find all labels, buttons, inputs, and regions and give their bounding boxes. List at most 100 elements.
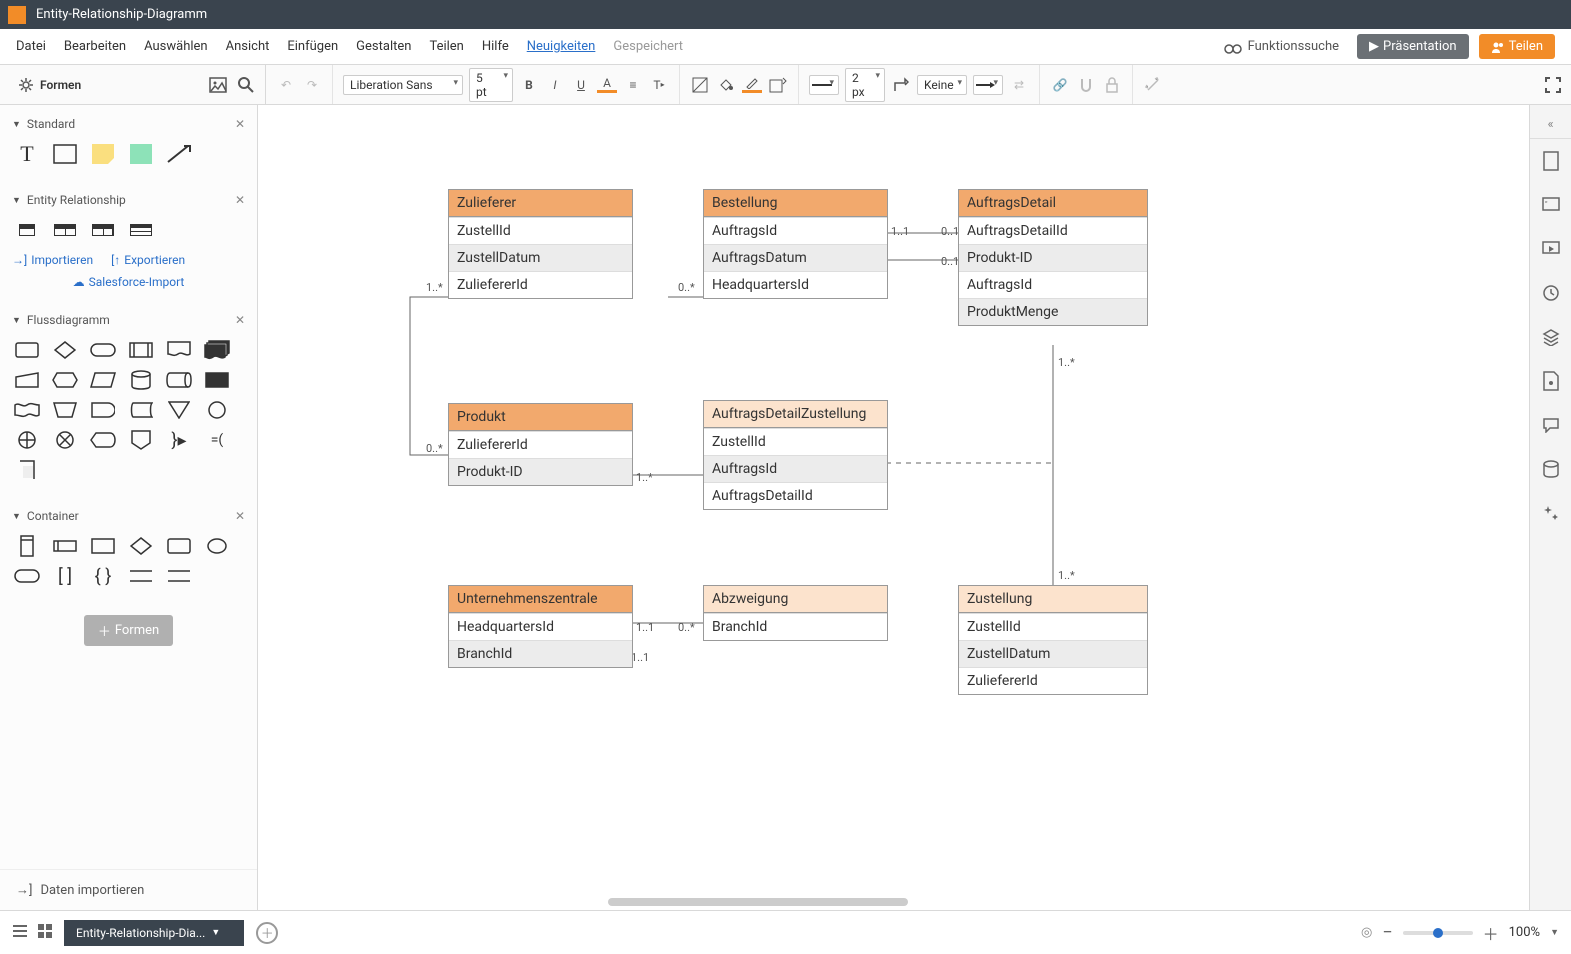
shape-fc-papertape[interactable] <box>12 399 42 421</box>
shapes-button[interactable]: ＋ Formen <box>84 615 173 646</box>
shape-options-icon[interactable] <box>768 75 788 95</box>
entity-produkt[interactable]: Produkt ZuliefererId Produkt-ID <box>448 403 633 486</box>
shape-c-diamond[interactable] <box>126 535 156 557</box>
menu-datei[interactable]: Datei <box>16 39 46 54</box>
fontsize-select[interactable]: 5 pt <box>469 68 513 102</box>
shape-fc-document[interactable] <box>164 339 194 361</box>
shape-c-pill[interactable] <box>12 565 42 587</box>
menu-einfuegen[interactable]: Einfügen <box>287 39 338 54</box>
shape-fc-multidoc[interactable] <box>202 339 232 361</box>
feature-finder[interactable]: Funktionssuche <box>1224 39 1339 54</box>
menu-bearbeiten[interactable]: Bearbeiten <box>64 39 126 54</box>
shape-c-rect[interactable] <box>88 535 118 557</box>
shape-c-lines[interactable] <box>126 565 156 587</box>
shape-fc-brace-r[interactable]: }▸ <box>164 429 194 451</box>
group-container[interactable]: ▼Container✕ <box>12 505 245 527</box>
line-route-icon[interactable] <box>891 75 911 95</box>
shape-text[interactable]: T <box>12 143 42 165</box>
entity-auftragsdetail[interactable]: AuftragsDetail AuftragsDetailId Produkt-… <box>958 189 1148 326</box>
lock-icon[interactable] <box>1102 75 1122 95</box>
wand-icon[interactable] <box>1143 75 1163 95</box>
entity-zulieferer[interactable]: Zulieferer ZustellId ZustellDatum Zulief… <box>448 189 633 299</box>
zoom-out-icon[interactable]: − <box>1382 922 1392 943</box>
shape-fc-terminator[interactable] <box>88 339 118 361</box>
swap-icon[interactable]: ⇄ <box>1009 75 1029 95</box>
shape-er1[interactable] <box>12 219 42 241</box>
redo-icon[interactable]: ↷ <box>302 75 322 95</box>
import-link[interactable]: →] Importieren <box>12 253 93 267</box>
shape-c-swimlane-v[interactable] <box>12 535 42 557</box>
italic-icon[interactable]: I <box>545 75 565 95</box>
shape-fc-stored[interactable] <box>126 399 156 421</box>
entity-bestellung[interactable]: Bestellung AuftragsId AuftragsDatum Head… <box>703 189 888 299</box>
undo-icon[interactable]: ↶ <box>276 75 296 95</box>
close-icon[interactable]: ✕ <box>235 313 245 327</box>
group-flussdiagramm[interactable]: ▼Flussdiagramm✕ <box>12 309 245 331</box>
shape-rectangle[interactable] <box>50 143 80 165</box>
shape-fc-merge[interactable] <box>164 399 194 421</box>
rp-page-icon[interactable] <box>1530 359 1571 403</box>
group-standard[interactable]: ▼Standard✕ <box>12 113 245 135</box>
rp-chat-icon[interactable] <box>1530 403 1571 447</box>
salesforce-import-link[interactable]: ☁ Salesforce-Import <box>73 275 185 289</box>
underline-icon[interactable]: U <box>571 75 591 95</box>
canvas[interactable]: 1..* 0..* 1..* 0..* 1..1 0..1 0..1 1..* … <box>258 105 1529 910</box>
align-icon[interactable]: ≡ <box>623 75 643 95</box>
shape-fc-or[interactable] <box>12 429 42 451</box>
shape-fc-manual-op[interactable] <box>50 399 80 421</box>
shape-fc-connector[interactable] <box>202 399 232 421</box>
share-button[interactable]: Teilen <box>1479 34 1555 59</box>
rp-layers-icon[interactable] <box>1530 315 1571 359</box>
text-format-icon[interactable]: T▸ <box>649 75 669 95</box>
collapse-icon[interactable]: « <box>1530 111 1571 139</box>
shape-fc-card[interactable] <box>12 459 42 481</box>
shape-fc-data[interactable] <box>88 369 118 391</box>
text-color-icon[interactable]: A <box>597 77 617 93</box>
close-icon[interactable]: ✕ <box>235 117 245 131</box>
border-color-icon[interactable] <box>742 77 762 93</box>
rp-comment-icon[interactable]: " <box>1530 183 1571 227</box>
import-data-button[interactable]: →] Daten importieren <box>0 869 257 910</box>
shape-c-rect2[interactable] <box>164 535 194 557</box>
fill-none-icon[interactable] <box>690 75 710 95</box>
shape-fc-database[interactable] <box>126 369 156 391</box>
font-select[interactable]: Liberation Sans <box>343 75 463 95</box>
shape-fc-diamond[interactable] <box>50 339 80 361</box>
shape-fc-predef[interactable] <box>126 339 156 361</box>
shape-arrow[interactable] <box>164 143 194 165</box>
menu-teilen[interactable]: Teilen <box>429 39 463 54</box>
group-entity-relationship[interactable]: ▼Entity Relationship✕ <box>12 189 245 211</box>
close-icon[interactable]: ✕ <box>235 509 245 523</box>
shape-c-lines2[interactable] <box>164 565 194 587</box>
fill-bucket-icon[interactable] <box>716 75 736 95</box>
rp-present-icon[interactable] <box>1530 227 1571 271</box>
list-view-icon[interactable] <box>12 924 28 942</box>
fullscreen-icon[interactable] <box>1543 75 1563 95</box>
gear-icon[interactable] <box>18 77 34 93</box>
shape-fc-directdata[interactable] <box>164 369 194 391</box>
line-style-select[interactable] <box>809 75 839 95</box>
shape-note-green[interactable] <box>126 143 156 165</box>
image-icon[interactable] <box>209 77 227 93</box>
entity-auftragsdetailzustellung[interactable]: AuftragsDetailZustellung ZustellId Auftr… <box>703 400 888 510</box>
rp-document-icon[interactable] <box>1530 139 1571 183</box>
menu-auswaehlen[interactable]: Auswählen <box>144 39 208 54</box>
shape-fc-note[interactable]: =( <box>202 429 232 451</box>
magnet-icon[interactable] <box>1076 75 1096 95</box>
shape-fc-display[interactable] <box>88 429 118 451</box>
bold-icon[interactable]: B <box>519 75 539 95</box>
shape-c-swimlane-h[interactable] <box>50 535 80 557</box>
target-icon[interactable]: ◎ <box>1361 925 1372 940</box>
shape-fc-internal[interactable] <box>202 369 232 391</box>
scrollbar-horizontal[interactable] <box>608 898 908 906</box>
rp-history-icon[interactable] <box>1530 271 1571 315</box>
shape-fc-rect[interactable] <box>12 339 42 361</box>
close-icon[interactable]: ✕ <box>235 193 245 207</box>
shape-er4[interactable] <box>126 219 156 241</box>
shape-fc-sum[interactable] <box>50 429 80 451</box>
shape-note-yellow[interactable] <box>88 143 118 165</box>
rp-sparkle-icon[interactable] <box>1530 491 1571 535</box>
entity-unternehmenszentrale[interactable]: Unternehmenszentrale HeadquartersId Bran… <box>448 585 633 668</box>
zoom-in-icon[interactable]: ＋ <box>1483 921 1499 945</box>
menu-gestalten[interactable]: Gestalten <box>356 39 411 54</box>
